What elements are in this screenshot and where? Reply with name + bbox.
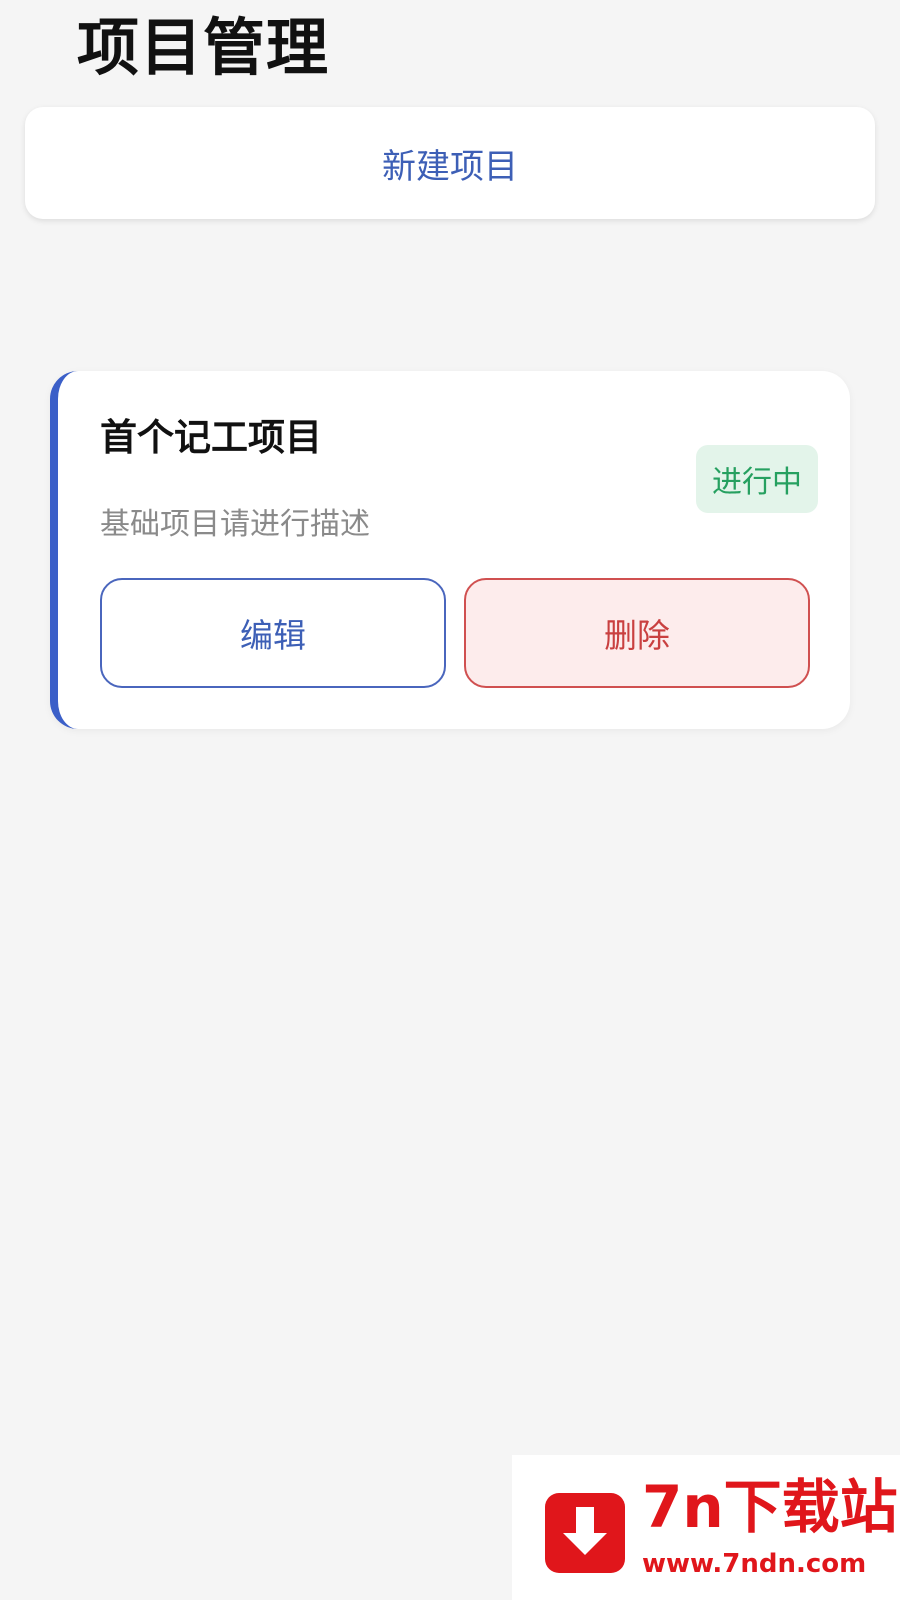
new-project-button[interactable]: 新建项目 xyxy=(25,107,875,219)
watermark-name: 7n下载站 xyxy=(642,1473,898,1541)
delete-button[interactable]: 删除 xyxy=(464,578,810,688)
edit-button[interactable]: 编辑 xyxy=(100,578,446,688)
project-card[interactable]: 首个记工项目 进行中 基础项目请进行描述 编辑 删除 xyxy=(50,371,850,729)
download-arrow-icon xyxy=(545,1493,625,1573)
new-project-label: 新建项目 xyxy=(382,146,518,187)
project-description: 基础项目请进行描述 xyxy=(100,507,370,542)
watermark: 7n下载站 www.7ndn.com xyxy=(512,1455,900,1600)
watermark-url: www.7ndn.com xyxy=(642,1549,867,1579)
project-name: 首个记工项目 xyxy=(100,416,322,459)
page-title: 项目管理 xyxy=(77,11,330,84)
status-badge: 进行中 xyxy=(696,445,818,513)
